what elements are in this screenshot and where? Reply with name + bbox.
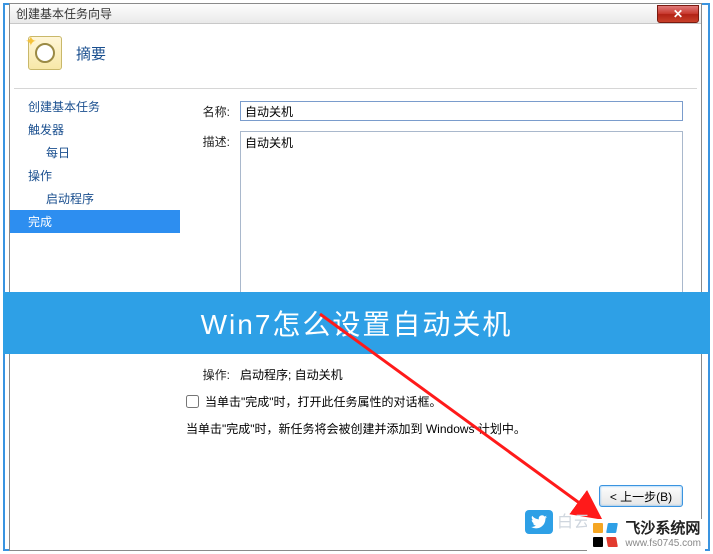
completion-note: 当单击"完成"时，新任务将会被创建并添加到 Windows 计划中。	[186, 420, 683, 437]
page-title: 摘要	[76, 43, 106, 64]
name-input[interactable]	[240, 101, 683, 121]
desc-label: 描述:	[184, 131, 240, 150]
wizard-window: 创建基本任务向导 ✕ ✦ 摘要 创建基本任务 触发器 每日 操作 启动程序 完成…	[9, 3, 702, 551]
close-icon: ✕	[673, 7, 683, 21]
site-watermark: 飞沙系统网 www.fs0745.com	[587, 519, 705, 551]
banner-text: Win7怎么设置自动关机	[201, 303, 513, 343]
ghost-watermark: 白云	[557, 508, 591, 532]
name-label: 名称:	[184, 101, 240, 120]
sidebar-item-action[interactable]: 操作	[10, 164, 180, 187]
twitter-icon	[525, 510, 553, 534]
watermark-subtitle: www.fs0745.com	[625, 538, 701, 549]
watermark-logo-icon	[591, 521, 619, 549]
watermark-title: 飞沙系统网	[625, 521, 701, 538]
action-value: 启动程序; 自动关机	[240, 364, 683, 383]
wizard-clock-icon: ✦	[28, 36, 62, 70]
sidebar-item-daily[interactable]: 每日	[10, 141, 180, 164]
sidebar-item-create[interactable]: 创建基本任务	[10, 95, 180, 118]
wizard-header: ✦ 摘要	[10, 24, 701, 88]
back-button[interactable]: < 上一步(B)	[599, 485, 683, 507]
open-properties-label: 当单击"完成"时，打开此任务属性的对话框。	[205, 393, 442, 410]
desc-textarea[interactable]	[240, 131, 683, 299]
titlebar: 创建基本任务向导 ✕	[10, 4, 701, 24]
close-button[interactable]: ✕	[657, 5, 699, 23]
wizard-button-bar: < 上一步(B)	[599, 485, 683, 507]
sidebar-item-launch[interactable]: 启动程序	[10, 187, 180, 210]
sidebar-item-trigger[interactable]: 触发器	[10, 118, 180, 141]
action-label: 操作:	[184, 364, 240, 383]
tutorial-banner: Win7怎么设置自动关机	[3, 292, 710, 354]
open-properties-checkbox[interactable]	[186, 395, 199, 408]
sidebar-item-finish[interactable]: 完成	[10, 210, 180, 233]
window-title: 创建基本任务向导	[16, 5, 112, 22]
